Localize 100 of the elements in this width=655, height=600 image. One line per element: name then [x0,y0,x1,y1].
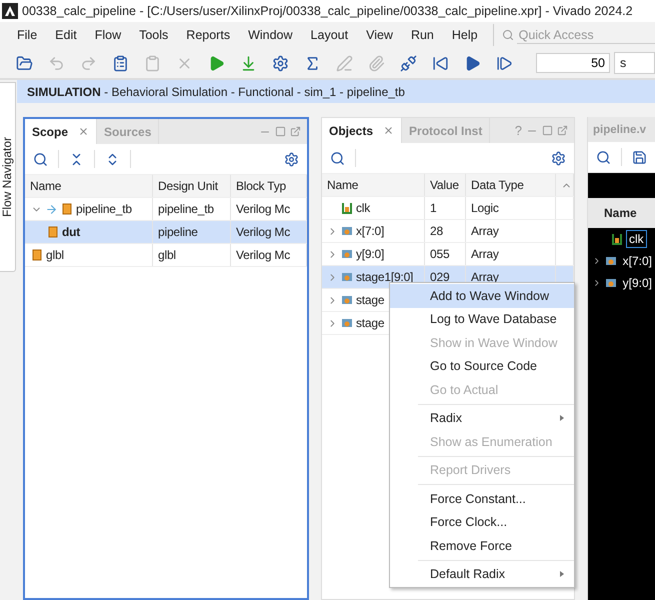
scope-row[interactable]: glbl glbl Verilog Mc [25,244,307,267]
context-menu-item[interactable]: Add to Wave Window [390,284,574,308]
panel-tab[interactable]: Objects [322,118,402,143]
search-icon[interactable] [596,150,611,164]
menu-item[interactable]: Run [402,28,443,42]
plug-icon [400,54,416,72]
value-cell: 055 [425,243,466,265]
context-menu-item[interactable]: Radix [390,406,574,430]
undo-icon [48,54,64,72]
column-header: Name [588,198,655,228]
scope-name: dut [62,225,80,239]
data-type-cell: Array [466,243,556,265]
object-name: stage [356,316,384,330]
skip-back-icon [432,54,448,72]
object-row[interactable]: clk 1 Logic [322,197,574,220]
object-name: stage1[9:0] [356,270,414,284]
paperclip-icon [368,54,384,72]
scope-name: pipeline_tb [76,202,132,216]
object-row[interactable]: x[7:0] 28 Array [322,220,574,243]
search-icon [502,29,514,41]
scope-name: glbl [46,248,64,262]
context-menu-item[interactable]: Log to Wave Database [390,308,574,331]
menu-item[interactable]: Reports [177,28,240,42]
block-type-cell: Verilog Mc [231,221,307,243]
quick-access-field[interactable]: Quick Access [492,24,655,46]
simulation-banner: SIMULATION - Behavioral Simulation - Functional - sim_1 - pipeline_tb [17,80,655,103]
settings-icon [272,54,288,72]
context-menu-item[interactable]: Go to Source Code [390,354,574,378]
arrow-icon [45,202,58,216]
bus-signal-icon [341,317,353,329]
menu-item[interactable]: File [8,28,46,42]
module-icon [61,203,73,215]
scope-row[interactable]: dut pipeline Verilog Mc [25,221,307,244]
column-header[interactable]: Name [322,174,425,196]
search-icon[interactable] [330,150,345,166]
object-name: clk [356,201,370,215]
module-icon [47,226,59,238]
logic-signal-icon [611,233,623,245]
time-unit-dropdown[interactable]: s [614,52,655,74]
menu-item[interactable]: Tools [130,28,178,42]
redo-icon [80,54,96,72]
wave-signal-name[interactable]: x[7:0] [620,252,655,270]
clipboard-list-icon [112,54,128,72]
bus-signal-icon [341,271,353,283]
value-cell: 28 [425,220,466,242]
wave-signal-name[interactable]: clk [626,230,647,248]
context-menu-item[interactable]: Remove Force [390,534,574,558]
menu-item[interactable]: Flow [86,28,130,42]
maximize-icon[interactable] [275,126,286,137]
settings-icon[interactable] [551,150,566,166]
column-header[interactable]: Value [425,174,466,196]
folder-icon [16,54,32,72]
float-icon[interactable] [290,126,301,137]
object-row[interactable]: y[9:0] 055 Array [322,243,574,266]
submenu-arrow-icon [560,571,564,578]
design-unit-cell: pipeline_tb [153,198,231,220]
menu-item[interactable]: Edit [46,28,86,42]
clipboard-icon [144,54,160,72]
wave-signal-name[interactable]: y[9:0] [620,274,655,292]
panel-tab[interactable]: Scope [25,119,98,144]
column-header[interactable]: Data Type [466,174,556,196]
data-type-cell: Array [466,220,556,242]
menu-item[interactable]: View [357,28,402,42]
logic-signal-icon [341,202,353,214]
maximize-icon[interactable] [542,125,553,136]
context-menu-item[interactable]: Force Constant... [390,487,574,510]
search-icon[interactable] [33,152,48,166]
context-menu-item[interactable]: Force Clock... [390,510,574,534]
column-header[interactable]: Design Unit [153,175,231,197]
bus-signal-icon [341,248,353,260]
object-name: stage [356,293,384,307]
object-name: x[7:0] [356,224,384,238]
menu-item[interactable]: Layout [302,28,358,42]
bus-signal-icon [341,294,353,306]
context-menu-item[interactable]: Default Radix [390,562,574,586]
window-title: 00338_calc_pipeline - [C:/Users/user/XilinxProj/00338_calc_pipeline/00338_calc_pipeline.xpr] - Vivado 2024.2 [22,4,633,18]
run-time-input[interactable]: 50 [536,53,610,73]
settings-icon[interactable] [284,152,299,166]
step-forward-icon [496,54,512,72]
menu-item[interactable]: Help [442,28,487,42]
close-icon[interactable] [383,125,394,136]
column-header[interactable]: Name [25,175,153,197]
submenu-arrow-icon [560,415,564,422]
design-unit-cell: pipeline [153,221,231,243]
block-type-cell: Verilog Mc [231,244,307,266]
menu-item[interactable]: Window [239,28,302,42]
pen-icon [336,54,352,72]
scope-row[interactable]: pipeline_tb pipeline_tb Verilog Mc [25,198,307,221]
float-icon[interactable] [557,125,568,136]
close-icon[interactable] [78,126,90,137]
bus-signal-icon [341,225,353,237]
bus-signal-icon [604,255,617,267]
design-unit-cell: glbl [153,244,231,266]
data-type-cell: Logic [466,197,556,219]
value-cell: 1 [425,197,466,219]
module-icon [31,249,43,261]
column-header[interactable]: Block Typ [231,175,307,197]
save-icon[interactable] [632,150,647,164]
flow-navigator-tab[interactable]: Flow Navigator [0,82,16,272]
object-name: y[9:0] [356,247,384,261]
